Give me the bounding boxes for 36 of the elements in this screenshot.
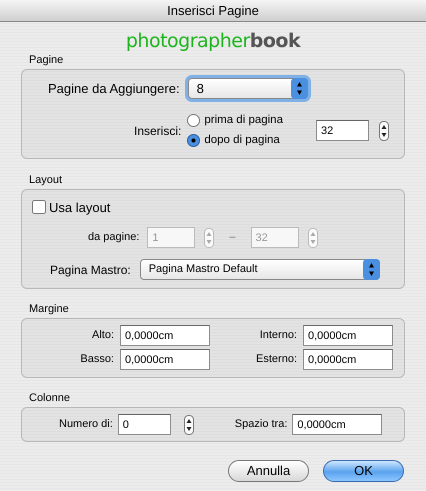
- field-label: Spazio tra:: [234, 417, 288, 432]
- text-field[interactable]: 0,0000cm: [303, 325, 393, 346]
- radio-button[interactable]: [187, 134, 200, 148]
- group-label: Colonne: [29, 392, 71, 405]
- field-label: Pagina Mastro:: [50, 262, 131, 278]
- field-label: Pagine da Aggiungere:: [48, 80, 180, 98]
- radio-option[interactable]: prima di pagina: [187, 112, 283, 130]
- field-label: Alto:: [90, 328, 114, 344]
- radio-option[interactable]: dopo di pagina: [187, 132, 283, 150]
- logo: photographerbook: [124, 29, 302, 54]
- field-label: da pagine:: [88, 230, 140, 246]
- popup-field[interactable]: Pagina Mastro Default: [140, 259, 380, 280]
- text-field[interactable]: 0: [118, 414, 171, 435]
- text-field[interactable]: 0,0000cm: [120, 349, 210, 370]
- field-label: Esterno:: [255, 352, 297, 368]
- ok-button[interactable]: OK: [323, 460, 404, 482]
- popup-field[interactable]: 8: [188, 78, 308, 99]
- range-dash: –: [229, 230, 236, 246]
- field-label: Numero di:: [59, 417, 113, 432]
- text-field[interactable]: 0,0000cm: [303, 349, 393, 370]
- checkbox-option[interactable]: Usa layout: [32, 198, 394, 217]
- field-label: Basso:: [79, 352, 114, 368]
- radio-button[interactable]: [187, 114, 200, 128]
- text-field[interactable]: 0,0000cm: [292, 414, 382, 435]
- text-field[interactable]: 32: [316, 120, 369, 142]
- group-label: Layout: [29, 174, 64, 186]
- stepper[interactable]: [378, 120, 389, 141]
- checkbox[interactable]: [32, 200, 46, 214]
- group-label: Margine: [29, 303, 70, 316]
- field-label: Interno:: [258, 328, 297, 344]
- stepper[interactable]: [184, 414, 194, 434]
- group-label: Pagine: [29, 54, 64, 67]
- field-label: Inserisci:: [134, 122, 182, 140]
- window-title: Inserisci Pagine: [0, 0, 426, 22]
- cancel-button[interactable]: Annulla: [228, 460, 309, 482]
- text-field[interactable]: 0,0000cm: [120, 325, 210, 346]
